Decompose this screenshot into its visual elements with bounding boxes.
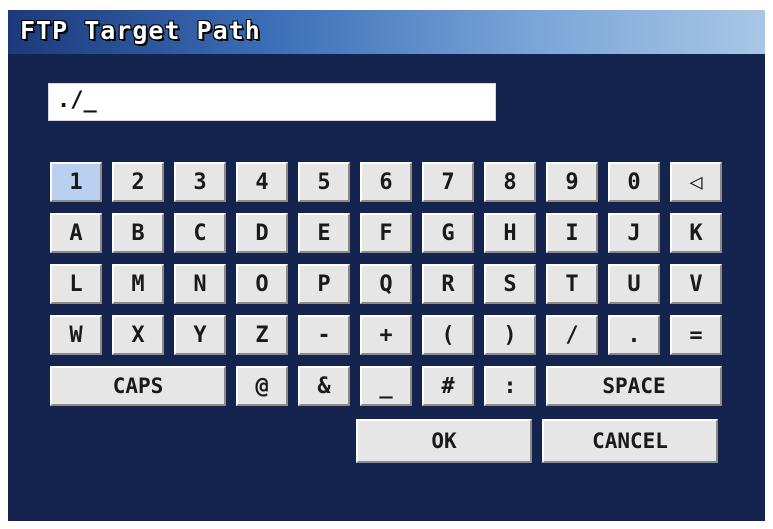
key-7[interactable]: 7 xyxy=(422,162,474,202)
key-z[interactable]: Z xyxy=(236,315,288,355)
key-4[interactable]: 4 xyxy=(236,162,288,202)
key-m[interactable]: M xyxy=(112,264,164,304)
key-slash[interactable]: / xyxy=(546,315,598,355)
key-underscore[interactable]: _ xyxy=(360,366,412,406)
key-close-paren[interactable]: ) xyxy=(484,315,536,355)
backspace-icon: ◁ xyxy=(689,169,703,195)
key-1[interactable]: 1 xyxy=(50,162,102,202)
key-hash[interactable]: # xyxy=(422,366,474,406)
space-key[interactable]: SPACE xyxy=(546,366,722,406)
key-v[interactable]: V xyxy=(670,264,722,304)
backspace-key[interactable]: ◁ xyxy=(670,162,722,202)
key-6[interactable]: 6 xyxy=(360,162,412,202)
key-a[interactable]: A xyxy=(50,213,102,253)
path-input[interactable]: ./_ xyxy=(48,83,496,121)
key-minus[interactable]: - xyxy=(298,315,350,355)
key-x[interactable]: X xyxy=(112,315,164,355)
key-e[interactable]: E xyxy=(298,213,350,253)
key-equals[interactable]: = xyxy=(670,315,722,355)
key-t[interactable]: T xyxy=(546,264,598,304)
key-w[interactable]: W xyxy=(50,315,102,355)
key-5[interactable]: 5 xyxy=(298,162,350,202)
key-h[interactable]: H xyxy=(484,213,536,253)
key-plus[interactable]: + xyxy=(360,315,412,355)
key-b[interactable]: B xyxy=(112,213,164,253)
key-2[interactable]: 2 xyxy=(112,162,164,202)
key-c[interactable]: C xyxy=(174,213,226,253)
title-bar: FTP Target Path xyxy=(8,10,765,54)
key-colon[interactable]: : xyxy=(484,366,536,406)
key-q[interactable]: Q xyxy=(360,264,412,304)
key-d[interactable]: D xyxy=(236,213,288,253)
key-9[interactable]: 9 xyxy=(546,162,598,202)
key-g[interactable]: G xyxy=(422,213,474,253)
key-i[interactable]: I xyxy=(546,213,598,253)
ok-button[interactable]: OK xyxy=(356,419,532,463)
key-u[interactable]: U xyxy=(608,264,660,304)
key-k[interactable]: K xyxy=(670,213,722,253)
cancel-button[interactable]: CANCEL xyxy=(542,419,718,463)
key-p[interactable]: P xyxy=(298,264,350,304)
key-ampersand[interactable]: & xyxy=(298,366,350,406)
path-input-value: ./_ xyxy=(57,88,97,113)
key-f[interactable]: F xyxy=(360,213,412,253)
key-period[interactable]: . xyxy=(608,315,660,355)
screen: FTP Target Path ./_ 1 2 3 4 5 6 7 8 9 0 … xyxy=(0,0,773,529)
key-open-paren[interactable]: ( xyxy=(422,315,474,355)
key-n[interactable]: N xyxy=(174,264,226,304)
key-0[interactable]: 0 xyxy=(608,162,660,202)
key-3[interactable]: 3 xyxy=(174,162,226,202)
key-8[interactable]: 8 xyxy=(484,162,536,202)
caps-key[interactable]: CAPS xyxy=(50,366,226,406)
key-at[interactable]: @ xyxy=(236,366,288,406)
key-y[interactable]: Y xyxy=(174,315,226,355)
dialog-title: FTP Target Path xyxy=(20,16,261,45)
key-r[interactable]: R xyxy=(422,264,474,304)
key-s[interactable]: S xyxy=(484,264,536,304)
key-o[interactable]: O xyxy=(236,264,288,304)
key-l[interactable]: L xyxy=(50,264,102,304)
key-j[interactable]: J xyxy=(608,213,660,253)
